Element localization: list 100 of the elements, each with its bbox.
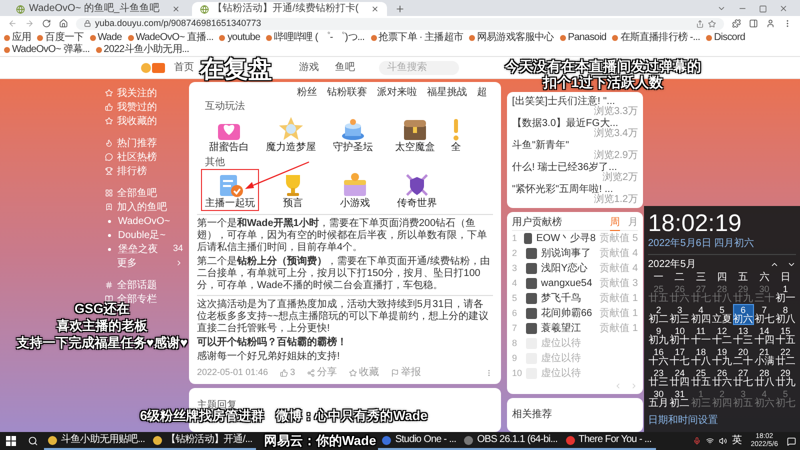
activity-item[interactable]: 小游戏 — [327, 169, 383, 211]
bookmark-link[interactable]: Discord — [706, 32, 746, 42]
calendar-day[interactable]: 22 廿二 — [774, 346, 796, 367]
calendar-day[interactable]: 20 二十 — [732, 346, 754, 367]
nav-link[interactable]: 鱼吧 — [335, 60, 355, 75]
calendar-day[interactable]: 28 廿八 — [711, 283, 733, 304]
user-name[interactable]: 浅阳Y恋心 — [541, 261, 596, 276]
notification-icon[interactable] — [787, 436, 796, 446]
calendar-day[interactable]: 24 廿四 — [669, 367, 690, 388]
bookmark-link[interactable]: 在斯直播排行榜 -... — [612, 32, 700, 42]
close-icon[interactable] — [172, 5, 180, 13]
calendar-day[interactable]: 9 初九 — [648, 325, 670, 346]
extensions-icon[interactable] — [732, 19, 741, 28]
calendar-day[interactable]: 27 廿七 — [732, 367, 754, 388]
ime-indicator[interactable]: 英 — [732, 436, 742, 446]
nav-link[interactable]: 游戏 — [299, 60, 319, 75]
bookmark-link[interactable]: WadeOvO~ 直播... — [128, 32, 214, 42]
taskbar-app[interactable]: Studio One - ... — [378, 432, 460, 450]
calendar-day[interactable]: 21 小满 — [754, 346, 775, 367]
calendar-day[interactable]: 8 初八 — [774, 304, 796, 325]
calendar-day[interactable]: 26 廿六 — [711, 367, 733, 388]
activity-item[interactable]: 守护圣坛 — [325, 113, 381, 155]
profile-icon[interactable] — [766, 19, 775, 28]
windows-icon[interactable] — [6, 436, 16, 446]
taskbar-app[interactable]: There For You - ... — [562, 432, 656, 450]
calendar-day[interactable]: 10 初十 — [669, 325, 690, 346]
activity-item[interactable]: 太空魔盒 — [387, 113, 443, 155]
maximize-icon[interactable] — [759, 4, 767, 12]
calendar-day[interactable]: 25 廿五 — [690, 367, 712, 388]
home-icon[interactable] — [59, 19, 68, 28]
calendar-day[interactable]: 15 十五 — [774, 325, 796, 346]
settings-link[interactable]: 日期和时间设置 — [648, 413, 796, 428]
speaker-icon[interactable] — [718, 437, 727, 445]
calendar-day[interactable]: 28 廿八 — [754, 367, 775, 388]
bookmark-link[interactable]: 应用 — [4, 32, 32, 42]
calendar-day[interactable]: 18 十八 — [690, 346, 712, 367]
network-icon[interactable] — [706, 437, 714, 445]
activity-tab[interactable]: 粉丝 — [297, 84, 317, 100]
calendar-day[interactable]: 1 初一 — [774, 283, 796, 304]
activity-item[interactable]: 主播一起玩 — [201, 169, 259, 211]
taskbar-app[interactable]: OBS 26.1.1 (64-bi... — [460, 432, 562, 450]
calendar-day[interactable]: 1 初三 — [690, 388, 712, 409]
bookmark-link[interactable]: 抢票下单 · 主播超市 — [370, 32, 463, 42]
activity-tab[interactable]: 福星挑战 — [427, 84, 467, 100]
address-field[interactable]: yuba.douyu.com/p/908746981651340773 — [76, 18, 724, 30]
hot-post-item[interactable]: 斗鱼"新青年" 浏览2.9万 — [512, 139, 638, 161]
calendar-day[interactable]: 12 十二 — [711, 325, 733, 346]
user-name[interactable]: 蓑羲望江 — [541, 321, 596, 336]
calendar-day[interactable]: 4 初四 — [690, 304, 712, 325]
bookmark-link[interactable]: 百度一下 — [37, 32, 84, 42]
calendar-day[interactable]: 16 十六 — [648, 346, 670, 367]
activity-item[interactable]: 预言 — [265, 169, 321, 211]
bookmark-link[interactable]: 网易游戏客服中心 — [469, 32, 554, 42]
activity-item[interactable]: 魔力造梦屋 — [263, 113, 319, 155]
bookmark-link[interactable]: 哔哩哔哩 ( ゜- ゜)つ... — [266, 32, 364, 42]
calendar-day[interactable]: 11 十一 — [690, 325, 712, 346]
chevron-up-icon[interactable] — [770, 260, 779, 269]
share-icon[interactable] — [696, 20, 704, 28]
calendar-day[interactable]: 29 廿九 — [732, 283, 754, 304]
bookmark-link[interactable]: youtube — [219, 32, 260, 42]
bookmark-link[interactable]: WadeOvO~ 弹幕... — [4, 44, 90, 54]
hot-post-item[interactable]: 【数据3.0】最近FG大... 浏览3.4万 — [512, 117, 638, 139]
calendar-day[interactable]: 26 廿六 — [669, 283, 690, 304]
calendar-day[interactable]: 17 十七 — [669, 346, 690, 367]
calendar-day[interactable]: 6 初六 — [732, 304, 754, 325]
activity-tab[interactable]: 派对来啦 — [377, 84, 417, 100]
new-tab-icon[interactable] — [394, 4, 405, 14]
activity-tab[interactable]: 超 — [477, 84, 487, 100]
microphone-icon[interactable] — [692, 437, 701, 445]
calendar-day[interactable]: 13 十三 — [732, 325, 754, 346]
calendar-day[interactable]: 3 初三 — [669, 304, 690, 325]
browser-tab[interactable]: WadeOvO~ 的鱼吧_斗鱼鱼吧 — [8, 2, 188, 16]
user-name[interactable]: EOW丶少寻8 — [536, 231, 596, 246]
calendar-day[interactable]: 29 廿九 — [774, 367, 796, 388]
calendar-day[interactable]: 31 初二 — [669, 388, 690, 409]
calendar-day[interactable]: 30 五月 — [648, 388, 670, 409]
calendar-day[interactable]: 27 廿七 — [690, 283, 712, 304]
calendar-day[interactable]: 7 初七 — [754, 304, 775, 325]
calendar-day[interactable]: 14 十四 — [754, 325, 775, 346]
browser-tab[interactable]: 【钻粉活动】开通/续费钻粉打卡( — [192, 2, 387, 16]
calendar-day[interactable]: 25 廿五 — [648, 283, 670, 304]
bookmark-link[interactable]: 2022斗鱼小助无用... — [96, 44, 190, 54]
close-icon[interactable] — [779, 4, 788, 13]
calendar-day[interactable]: 2 初二 — [648, 304, 670, 325]
chevron-down-icon[interactable] — [787, 260, 796, 269]
user-name[interactable]: 花间帅霸66 — [541, 306, 596, 321]
logo-icon[interactable] — [140, 60, 166, 74]
nav-link[interactable]: 首页 — [174, 60, 194, 75]
activity-item[interactable]: 全 — [449, 113, 463, 155]
bookmark-link[interactable]: Panasoid — [560, 32, 606, 42]
search-icon[interactable] — [28, 436, 38, 446]
calendar-day[interactable]: 5 立夏 — [711, 304, 733, 325]
user-name[interactable]: wangxue54 — [541, 276, 596, 291]
calendar-day[interactable]: 23 廿三 — [648, 367, 670, 388]
taskbar-app[interactable]: 斗鱼小助无用贴吧... — [44, 432, 149, 450]
bookmark-star-icon[interactable] — [708, 20, 716, 28]
taskbar-app[interactable]: 【钻粉活动】开通/... — [148, 432, 256, 450]
activity-item[interactable]: 传奇世界 — [389, 169, 445, 211]
user-name[interactable]: 梦飞千鸟 — [541, 291, 596, 306]
close-icon[interactable] — [370, 5, 379, 13]
